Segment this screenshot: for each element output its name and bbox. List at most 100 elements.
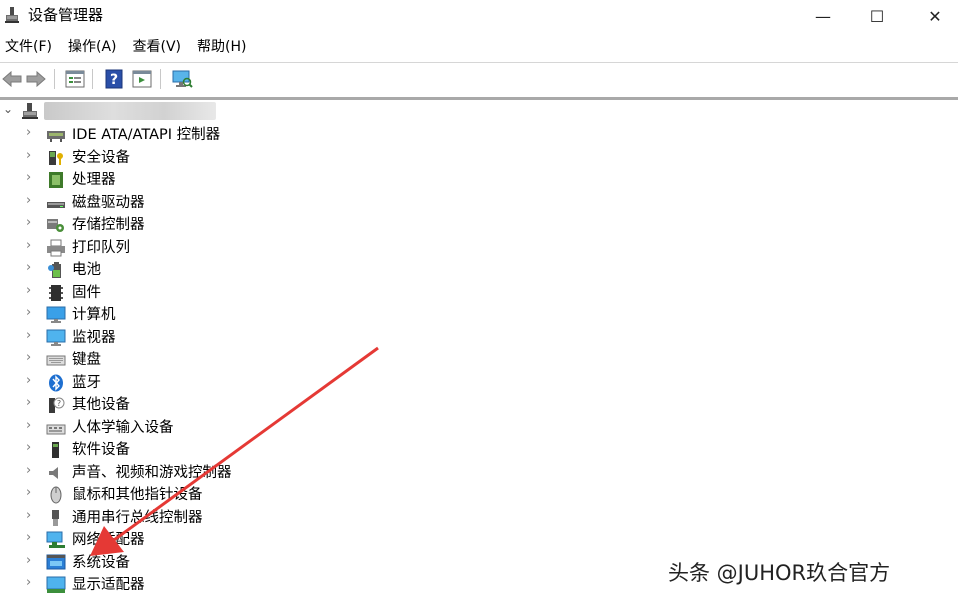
tree-item-label: 监视器 <box>72 329 116 346</box>
tree-item[interactable]: › 键盘 <box>0 349 400 371</box>
hid-icon <box>46 424 66 434</box>
help-button[interactable]: ? <box>102 67 126 91</box>
tree-item[interactable]: › 监视器 <box>0 327 400 349</box>
disk-drive-icon <box>47 201 65 208</box>
tree-item[interactable]: › 处理器 <box>0 169 400 191</box>
chevron-right-icon[interactable]: › <box>26 373 31 388</box>
tree-item-label: 存储控制器 <box>72 217 145 233</box>
tree-item[interactable]: ›? 其他设备 <box>0 394 400 416</box>
tree-item-label: 电池 <box>72 262 101 278</box>
menu-view[interactable]: 查看(V) <box>129 36 186 60</box>
tree-item[interactable]: › 磁盘驱动器 <box>0 192 400 214</box>
chevron-right-icon[interactable]: › <box>26 148 31 163</box>
chevron-right-icon[interactable]: › <box>26 193 31 208</box>
usb-icon <box>52 509 59 526</box>
help-icon: ? <box>105 69 123 89</box>
tree-item[interactable]: › 固件 <box>0 282 400 304</box>
window-title: 设备管理器 <box>28 6 104 24</box>
forward-button[interactable] <box>24 67 48 91</box>
tree-item[interactable]: › 人体学输入设备 <box>0 417 400 439</box>
chevron-right-icon[interactable]: › <box>26 440 31 455</box>
chevron-right-icon[interactable]: › <box>26 283 31 298</box>
tree-item[interactable]: › 存储控制器 <box>0 214 400 236</box>
tree-item[interactable]: › 网络适配器 <box>0 529 400 551</box>
tree-item-label: 蓝牙 <box>72 374 101 391</box>
chevron-right-icon[interactable]: › <box>26 553 31 568</box>
device-manager-app-icon <box>5 7 19 23</box>
bluetooth-icon <box>49 374 63 391</box>
menu-action[interactable]: 操作(A) <box>64 36 121 60</box>
monitor-icon <box>46 329 66 346</box>
toolbar-separator <box>54 69 55 89</box>
computer-icon <box>46 306 66 323</box>
chevron-down-icon[interactable]: ⌄ <box>3 102 13 116</box>
chevron-right-icon[interactable]: › <box>26 418 31 433</box>
chevron-right-icon[interactable]: › <box>26 530 31 545</box>
chevron-right-icon[interactable]: › <box>26 463 31 478</box>
tree-item[interactable]: › 打印队列 <box>0 237 400 259</box>
tree-item[interactable]: › 蓝牙 <box>0 372 400 394</box>
security-device-icon <box>49 150 63 165</box>
scan-hardware-icon <box>172 70 193 88</box>
computer-root-icon <box>22 103 38 119</box>
tree-item[interactable]: › 系统设备 <box>0 552 400 574</box>
menu-file[interactable]: 文件(F) <box>0 36 56 60</box>
tree-item-label: 声音、视频和游戏控制器 <box>72 464 232 481</box>
tree-item-label: 安全设备 <box>72 149 130 166</box>
tree-item[interactable]: › 声音、视频和游戏控制器 <box>0 462 400 484</box>
chevron-right-icon[interactable]: › <box>26 260 31 275</box>
tree-item-label: 计算机 <box>72 307 116 323</box>
tree-item-label: 软件设备 <box>72 442 130 458</box>
redacted-computer-name <box>44 102 216 120</box>
tree-item-label: 通用串行总线控制器 <box>72 509 203 526</box>
tree-item[interactable]: › 计算机 <box>0 304 400 326</box>
minimize-button[interactable]: — <box>798 0 848 32</box>
tree-item[interactable]: › IDE ATA/ATAPI 控制器 <box>0 124 400 146</box>
svg-text:?: ? <box>110 72 118 88</box>
tree-item[interactable]: › 电池 <box>0 259 400 281</box>
tree-item[interactable]: › 显示适配器 <box>0 574 400 596</box>
chevron-right-icon[interactable]: › <box>26 305 31 320</box>
mouse-icon <box>50 486 62 504</box>
chevron-right-icon[interactable]: › <box>26 350 31 365</box>
tree-item-label: 人体学输入设备 <box>72 419 174 436</box>
chevron-right-icon[interactable]: › <box>26 238 31 253</box>
chevron-right-icon[interactable]: › <box>26 125 31 140</box>
printer-icon <box>47 239 65 256</box>
chevron-right-icon[interactable]: › <box>26 215 31 230</box>
tree-item[interactable]: › 软件设备 <box>0 439 400 461</box>
back-button[interactable] <box>0 67 24 91</box>
tree-item[interactable]: › 鼠标和其他指针设备 <box>0 484 400 506</box>
action-button[interactable] <box>130 67 154 91</box>
battery-icon <box>48 262 61 278</box>
display-adapter-icon <box>46 576 66 593</box>
toolbar-separator <box>92 69 93 89</box>
tree-item[interactable]: › 通用串行总线控制器 <box>0 507 400 529</box>
other-device-icon: ? <box>49 397 65 413</box>
chevron-right-icon[interactable]: › <box>26 170 31 185</box>
menu-help[interactable]: 帮助(H) <box>193 36 250 60</box>
tree-item-label: 网络适配器 <box>72 532 145 548</box>
menu-bar: 文件(F) 操作(A) 查看(V) 帮助(H) <box>0 36 258 60</box>
chevron-right-icon[interactable]: › <box>26 328 31 343</box>
tree-item-label: 显示适配器 <box>72 577 145 593</box>
device-tree: ⌄ › IDE ATA/ATAPI 控制器 › 安全设备 › 处理器 › 磁盘驱动器 › 存储控制… <box>0 100 958 602</box>
svg-text:?: ? <box>57 399 61 408</box>
chevron-right-icon[interactable]: › <box>26 575 31 590</box>
tree-item[interactable]: › 安全设备 <box>0 147 400 169</box>
maximize-button[interactable]: ☐ <box>852 0 902 32</box>
sound-icon <box>49 466 58 479</box>
properties-button[interactable] <box>63 67 87 91</box>
ide-controller-icon <box>47 131 65 142</box>
network-adapter-icon <box>46 531 65 548</box>
action-icon <box>132 70 152 88</box>
tree-item-label: 键盘 <box>72 352 101 368</box>
close-button[interactable]: ✕ <box>910 0 958 32</box>
chevron-right-icon[interactable]: › <box>26 508 31 523</box>
toolbar: ? <box>0 62 958 94</box>
chevron-right-icon[interactable]: › <box>26 395 31 410</box>
scan-hardware-button[interactable] <box>170 67 194 91</box>
properties-icon <box>65 70 85 88</box>
chevron-right-icon[interactable]: › <box>26 485 31 500</box>
tree-root-computer[interactable]: ⌄ <box>0 100 240 122</box>
